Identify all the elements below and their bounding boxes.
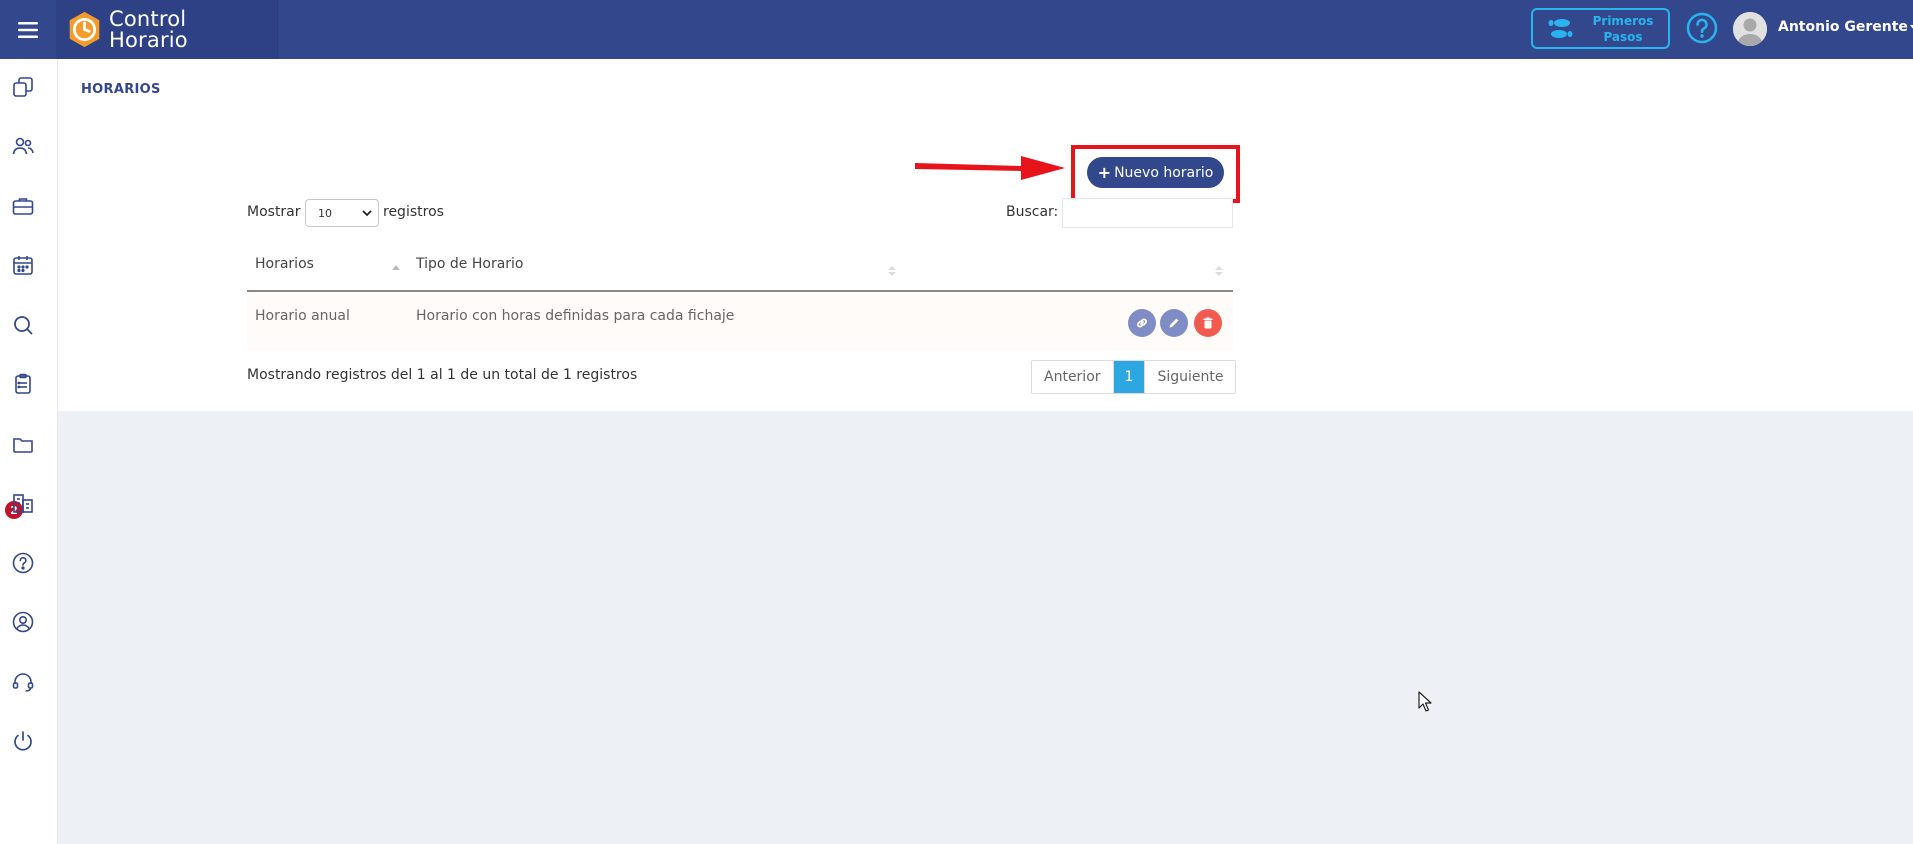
power-icon [14, 731, 32, 751]
users-icon [12, 137, 34, 155]
chevron-down-icon [362, 210, 372, 217]
column-header-horarios[interactable]: Horarios [255, 256, 314, 272]
cell-schedule-name: Horario anual [255, 308, 350, 324]
delete-button[interactable] [1194, 309, 1222, 337]
sidebar-item-documents[interactable] [9, 430, 37, 458]
calendar-icon [13, 256, 33, 275]
sidebar-item-calendar[interactable] [9, 251, 37, 279]
content-panel [58, 59, 1913, 411]
clock-logo-icon [69, 11, 100, 48]
edit-button[interactable] [1160, 309, 1188, 337]
search-icon [14, 316, 33, 335]
hamburger-icon [18, 21, 38, 38]
link-button[interactable] [1128, 309, 1156, 337]
sidebar-item-logout[interactable] [9, 727, 37, 755]
sort-asc-icon [392, 265, 400, 270]
headset-icon [12, 673, 34, 692]
brand[interactable]: Control Horario [56, 0, 278, 59]
folder-icon [13, 438, 33, 453]
briefcase-icon [12, 198, 34, 215]
length-select[interactable]: 10 [305, 199, 379, 227]
trash-icon [1203, 317, 1213, 329]
help-icon[interactable] [1686, 12, 1718, 44]
copy-icon [13, 77, 33, 97]
brand-name: Control Horario [109, 6, 188, 52]
table-row[interactable] [247, 292, 1233, 350]
cell-schedule-type: Horario con horas definidas para cada fi… [416, 308, 735, 324]
user-name: Antonio Gerente [1778, 19, 1908, 35]
question-icon [12, 552, 34, 574]
new-schedule-button[interactable]: + Nuevo horario [1087, 157, 1224, 188]
search-input[interactable] [1062, 198, 1233, 228]
menu-toggle-button[interactable] [0, 0, 56, 59]
user-menu[interactable]: Antonio Gerente [1778, 19, 1913, 35]
length-select-value: 10 [318, 206, 332, 220]
length-prefix-label: Mostrar [247, 204, 301, 220]
clipboard-icon [15, 373, 31, 394]
plus-icon: + [1097, 163, 1112, 182]
sort-icon[interactable] [888, 265, 896, 277]
avatar[interactable] [1733, 12, 1767, 46]
sidebar-item-dashboard[interactable] [9, 73, 37, 101]
sidebar-item-search[interactable] [9, 311, 37, 339]
page-title: HORARIOS [81, 82, 161, 97]
sidebar-item-support[interactable] [9, 668, 37, 696]
first-steps-label: Primeros Pasos [1592, 13, 1654, 44]
arrow-annotation-icon [915, 156, 1065, 180]
sidebar-item-users[interactable] [9, 132, 37, 160]
prev-page-button[interactable]: Anterior [1032, 361, 1113, 393]
new-schedule-label: Nuevo horario [1114, 164, 1214, 181]
pagination: Anterior 1 Siguiente [1031, 360, 1237, 394]
user-circle-icon [12, 611, 34, 633]
sidebar-item-profile[interactable] [9, 608, 37, 636]
sidebar-item-reports[interactable] [9, 370, 37, 398]
length-suffix-label: registros [383, 204, 444, 220]
sidebar: 2 [0, 59, 58, 844]
user-avatar-icon [1733, 12, 1767, 46]
next-page-button[interactable]: Siguiente [1144, 361, 1235, 393]
sort-icon[interactable] [1215, 265, 1223, 277]
sidebar-item-work[interactable] [9, 192, 37, 220]
sidebar-item-help[interactable] [9, 549, 37, 577]
column-header-tipo[interactable]: Tipo de Horario [416, 256, 524, 272]
first-steps-button[interactable]: Primeros Pasos [1531, 8, 1670, 49]
link-icon [1137, 318, 1147, 328]
pencil-icon [1169, 318, 1179, 328]
search-label: Buscar: [1006, 204, 1059, 220]
top-bar: Control Horario Primeros Pasos Antonio G… [0, 0, 1913, 59]
footsteps-icon [1548, 18, 1573, 38]
page-button-1[interactable]: 1 [1112, 361, 1145, 393]
building-icon [13, 494, 33, 513]
sidebar-item-company[interactable] [9, 489, 37, 517]
mouse-cursor-icon [1418, 691, 1432, 712]
table-info: Mostrando registros del 1 al 1 de un tot… [247, 367, 638, 383]
